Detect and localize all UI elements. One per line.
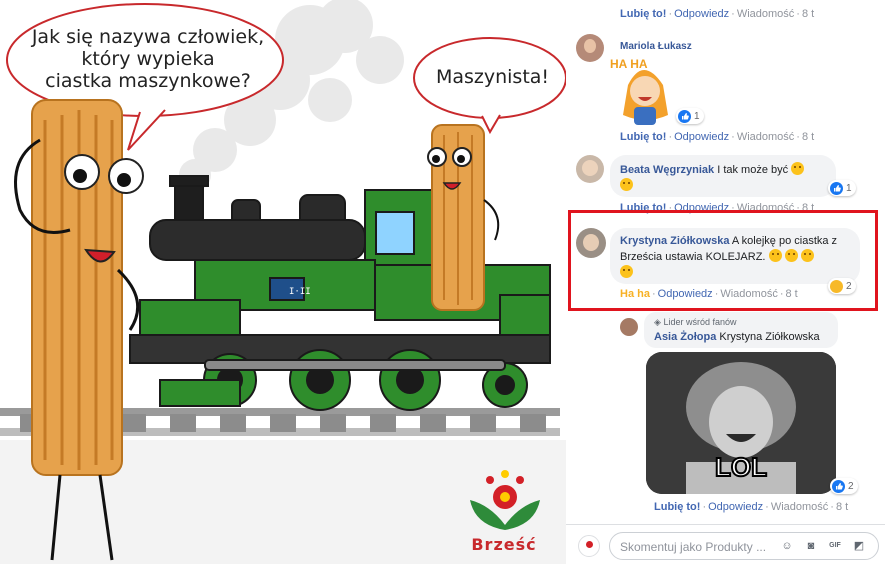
avatar[interactable] bbox=[576, 155, 604, 183]
reaction-count-badge[interactable]: 1 bbox=[676, 108, 704, 124]
like-reaction-icon bbox=[832, 479, 845, 493]
diamond-icon: ◈ bbox=[654, 317, 661, 327]
grinning-emoji-icon bbox=[620, 178, 633, 191]
like-link[interactable]: Lubię to! bbox=[654, 501, 700, 513]
bubble1-line2: który wypieka bbox=[81, 48, 215, 70]
sticker-icon[interactable]: ◩ bbox=[852, 539, 866, 553]
like-reaction-icon bbox=[678, 109, 691, 123]
grinning-emoji-icon bbox=[791, 162, 805, 175]
red-highlight-box bbox=[568, 210, 878, 311]
camera-icon[interactable]: ◙ bbox=[804, 539, 818, 553]
fan-badge-label: Lider wśród fanów bbox=[663, 317, 737, 327]
avatar[interactable] bbox=[576, 34, 604, 62]
message-link[interactable]: Wiadomość bbox=[737, 8, 794, 20]
reply-link[interactable]: Odpowiedz bbox=[674, 8, 729, 20]
speech-bubble-question: Jak się nazywa człowiek, który wypieka c… bbox=[28, 26, 268, 92]
avatar[interactable] bbox=[620, 318, 638, 336]
gif-icon[interactable]: GIF bbox=[828, 539, 842, 553]
sticker-text: HA HA bbox=[610, 57, 648, 71]
comment-actions: Lubię to! · Odpowiedz · Wiadomość · 8 t bbox=[620, 8, 815, 20]
bubble1-line1: Jak się nazywa człowiek, bbox=[31, 26, 265, 48]
speech-bubble-answer: Maszynista! bbox=[435, 66, 550, 88]
reaction-count: 1 bbox=[846, 182, 852, 194]
reaction-count-badge[interactable]: 2 bbox=[830, 478, 858, 494]
timestamp[interactable]: 8 t bbox=[802, 8, 814, 20]
fan-badge: ◈ Lider wśród fanów bbox=[654, 315, 828, 330]
comment-actions: Lubię to! · Odpowiedz · Wiadomość · 8 t bbox=[654, 501, 849, 513]
comment-actions: Lubię to! · Odpowiedz · Wiadomość · 8 t bbox=[620, 131, 815, 143]
comment-text: I tak może być bbox=[717, 164, 789, 176]
message-link[interactable]: Wiadomość bbox=[771, 501, 828, 513]
comment-author[interactable]: Mariola Łukasz bbox=[620, 41, 692, 52]
like-reaction-icon bbox=[830, 181, 843, 195]
loco-plate: I·II bbox=[289, 287, 311, 297]
mention-text[interactable]: Krystyna Ziółkowska bbox=[719, 331, 819, 343]
like-link[interactable]: Lubię to! bbox=[620, 131, 666, 143]
timestamp[interactable]: 8 t bbox=[836, 501, 848, 513]
lol-gif[interactable]: LOL bbox=[646, 352, 836, 494]
timestamp[interactable]: 8 t bbox=[802, 131, 814, 143]
comment-composer: Skomentuj jako Produkty ... ☺ ◙ GIF ◩ bbox=[566, 524, 885, 564]
reaction-count: 2 bbox=[848, 480, 854, 492]
comment-author[interactable]: Asia Żołopa bbox=[654, 331, 716, 343]
page-avatar bbox=[578, 535, 600, 557]
brand-name: Brześć bbox=[471, 535, 537, 554]
reply-link[interactable]: Odpowiedz bbox=[674, 131, 729, 143]
post-image: I·II Jak się nazywa człowiek, który wypi… bbox=[0, 0, 566, 564]
like-link[interactable]: Lubię to! bbox=[620, 8, 666, 20]
bubble1-line3: ciastka maszynkowe? bbox=[45, 70, 251, 92]
reaction-count-badge[interactable]: 1 bbox=[828, 180, 856, 196]
emoji-picker-icon[interactable]: ☺ bbox=[780, 539, 794, 553]
comment-author[interactable]: Beata Węgrzyniak bbox=[620, 164, 714, 176]
reaction-count: 1 bbox=[694, 110, 700, 122]
gif-caption: LOL bbox=[714, 451, 768, 483]
reply-link[interactable]: Odpowiedz bbox=[708, 501, 763, 513]
message-link[interactable]: Wiadomość bbox=[737, 131, 794, 143]
reply-bubble: ◈ Lider wśród fanów Asia Żołopa Krystyna… bbox=[644, 312, 838, 348]
comment-bubble: Beata Węgrzyniak I tak może być bbox=[610, 155, 836, 197]
locomotive bbox=[129, 175, 551, 411]
